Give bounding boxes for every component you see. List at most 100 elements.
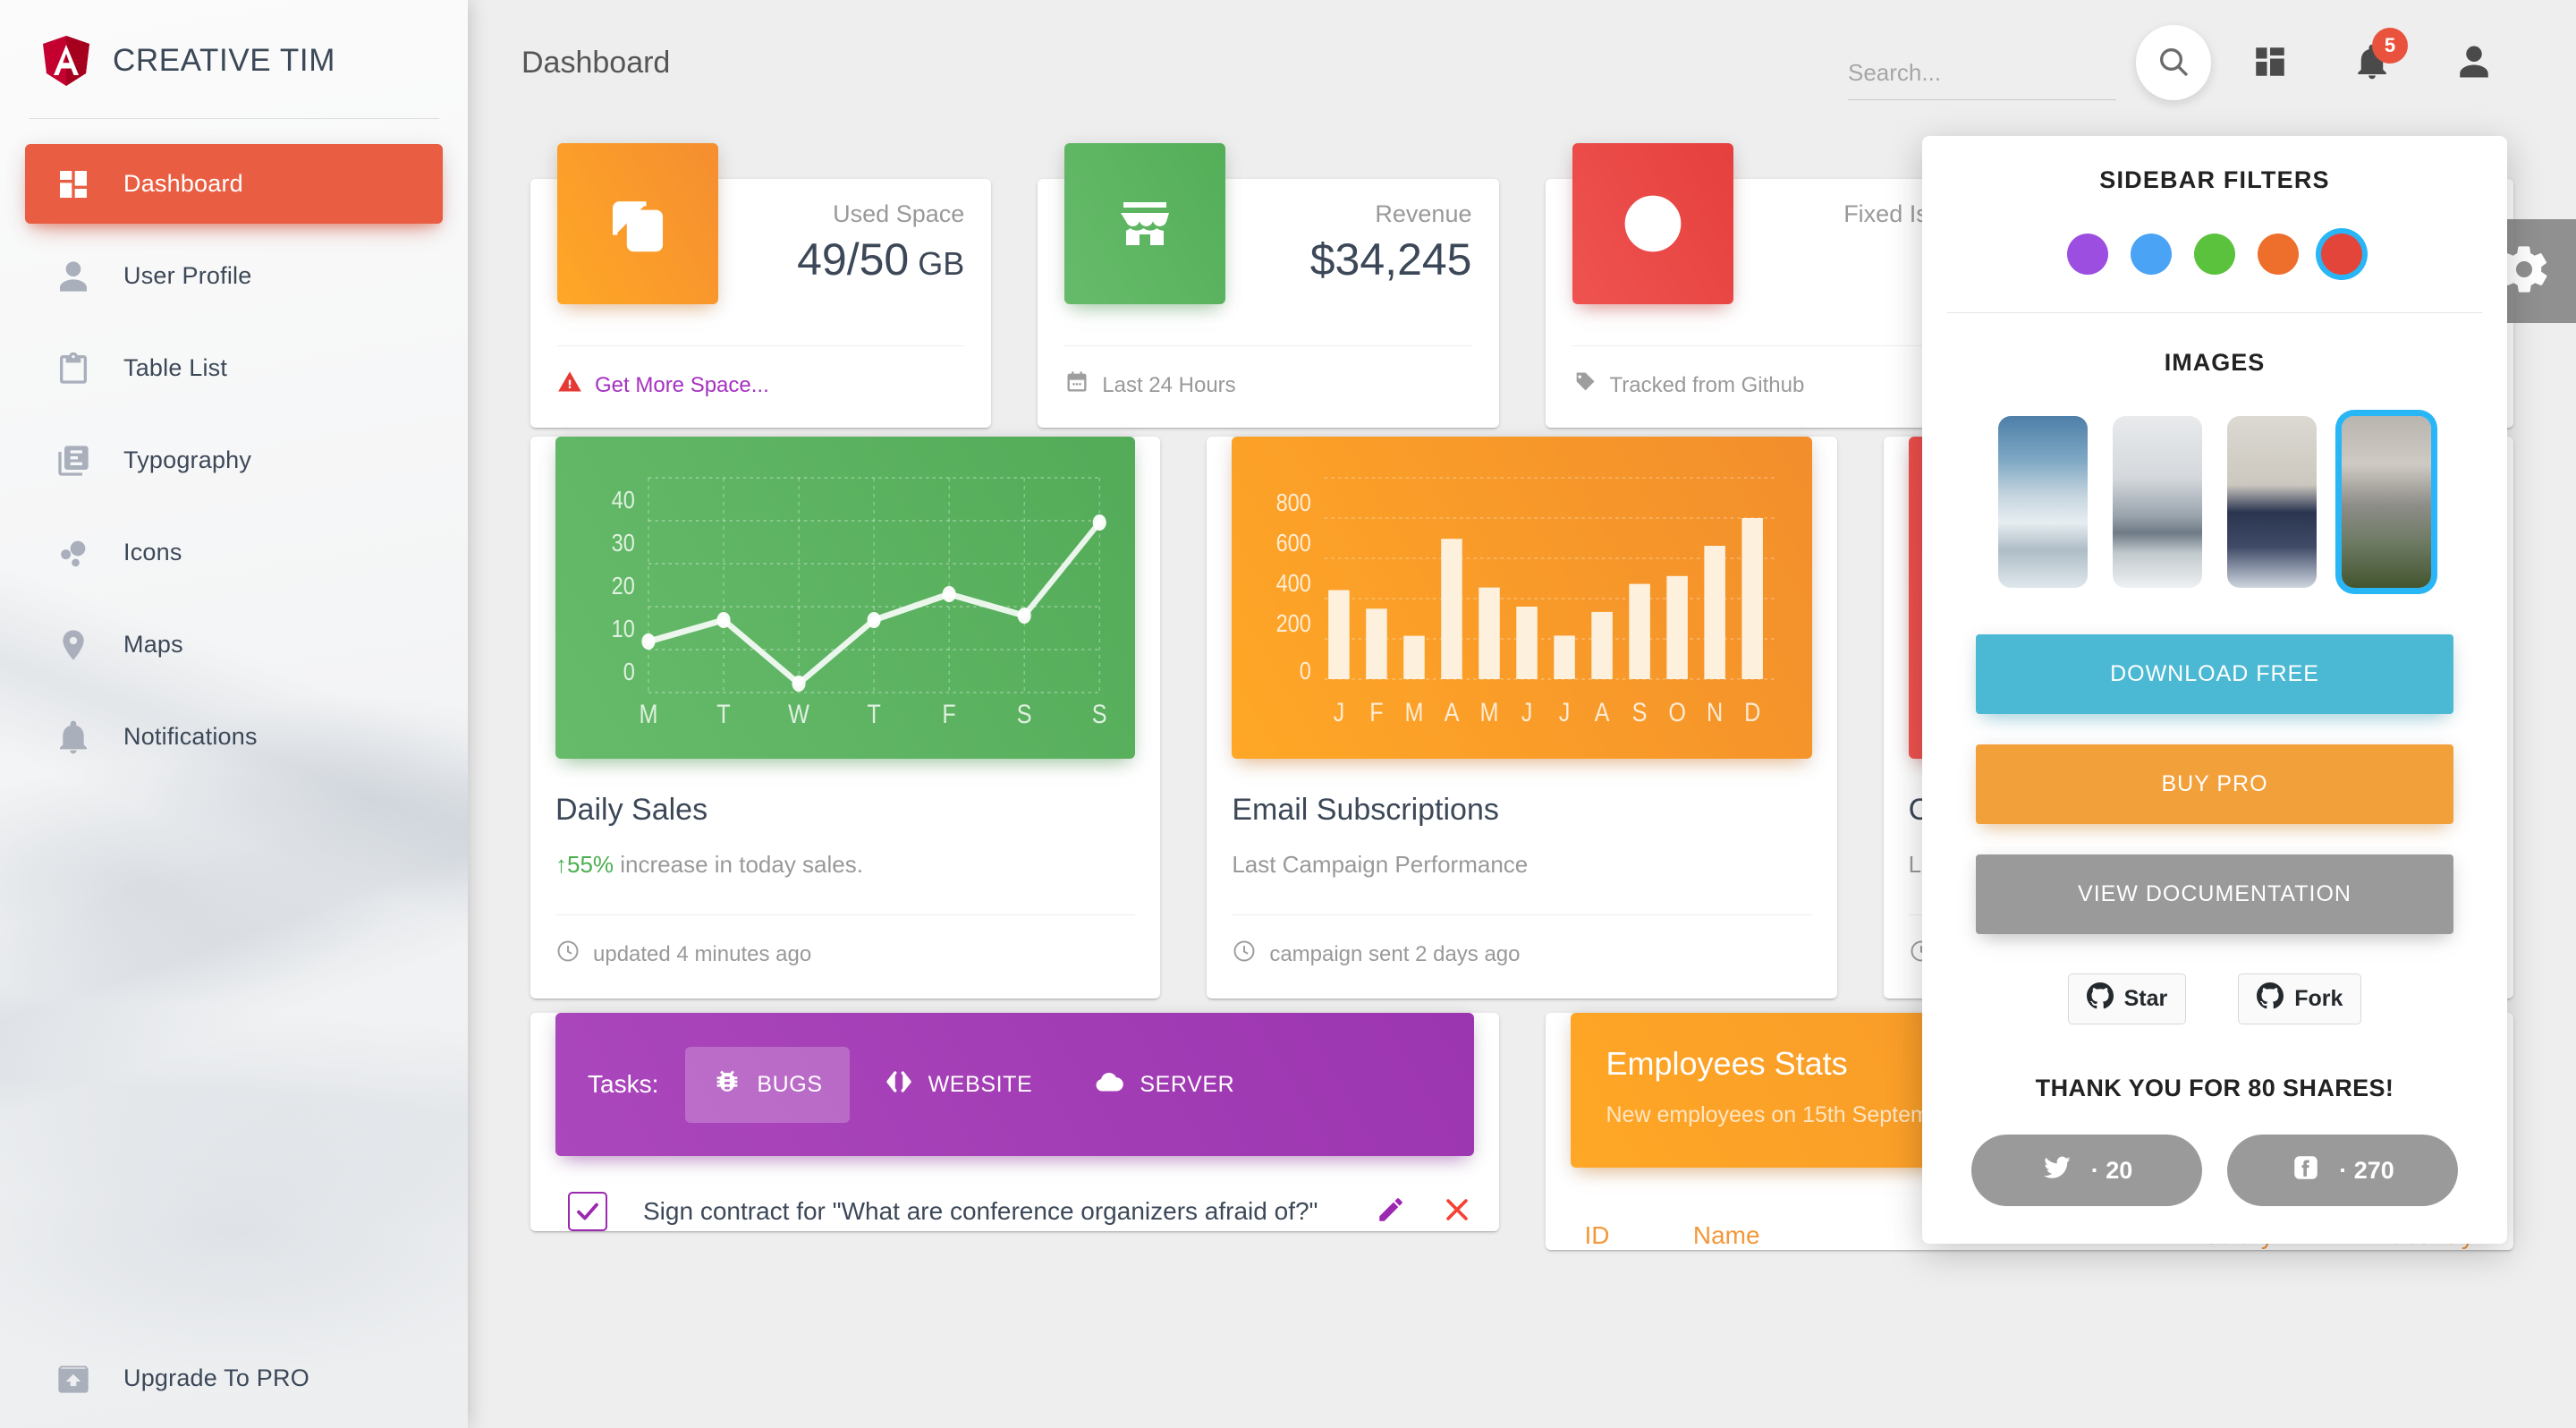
twitter-share-button[interactable]: · 20 — [1971, 1135, 2202, 1206]
bug-icon — [712, 1067, 742, 1103]
svg-text:M: M — [639, 699, 657, 729]
swatch-green[interactable] — [2194, 234, 2235, 275]
tab-bugs[interactable]: BUGS — [685, 1046, 850, 1123]
svg-text:S: S — [1092, 699, 1107, 729]
dashboard-icon — [52, 166, 95, 202]
buy-pro-button[interactable]: BUY PRO — [1976, 744, 2453, 824]
view-documentation-button[interactable]: VIEW DOCUMENTATION — [1976, 854, 2453, 934]
library-books-icon — [52, 443, 95, 479]
svg-text:10: 10 — [612, 616, 635, 642]
twitter-icon — [2041, 1152, 2073, 1190]
chart-card-daily-sales: 40 30 20 10 0 MT W T F S S Daily Sales ↑… — [530, 437, 1161, 999]
search-icon — [2156, 44, 2191, 82]
settings-panel: SIDEBAR FILTERS IMAGES DOWNLOAD FREE BUY… — [1922, 136, 2507, 1244]
svg-text:T: T — [867, 699, 880, 729]
search-button[interactable] — [2136, 25, 2211, 100]
sidebar-nav: Dashboard User Profile Table List Typogr… — [0, 144, 468, 777]
sidebar-item-user-profile[interactable]: User Profile — [25, 236, 443, 316]
chart-card-email-subscriptions-col: 800 600 400 200 0 J F M A M J J A S O N … — [1183, 437, 1860, 999]
tab-server[interactable]: SERVER — [1066, 1046, 1261, 1124]
swatch-blue[interactable] — [2131, 234, 2172, 275]
pencil-icon[interactable] — [1376, 1194, 1406, 1229]
stat-value: $34,245 — [1310, 234, 1472, 285]
svg-text:J: J — [1334, 697, 1345, 727]
swatch-orange[interactable] — [2258, 234, 2299, 275]
table-row: Sign contract for "What are conference o… — [530, 1156, 1499, 1231]
svg-text:30: 30 — [612, 530, 635, 557]
task-checkbox[interactable] — [568, 1192, 607, 1231]
sidebar-item-typography[interactable]: Typography — [25, 421, 443, 500]
svg-text:20: 20 — [612, 573, 635, 599]
task-actions — [1376, 1194, 1472, 1229]
thumbnail-mountain-lake-reflection[interactable] — [2113, 416, 2202, 588]
line-chart-svg: 40 30 20 10 0 MT W T F S S — [612, 477, 1107, 729]
top-navbar: Dashboard Search... 5 — [468, 0, 2576, 125]
chart-footer: updated 4 minutes ago — [555, 914, 1136, 999]
store-icon — [1064, 143, 1226, 304]
stat-value: 49/50 GB — [797, 234, 964, 285]
chart-footer: campaign sent 2 days ago — [1232, 914, 1812, 999]
panel-images-title: IMAGES — [2164, 349, 2266, 376]
svg-text:0: 0 — [623, 659, 635, 685]
sidebar-item-maps[interactable]: Maps — [25, 605, 443, 684]
bar-chart-svg: 800 600 400 200 0 J F M A M J J A S O N … — [1276, 477, 1778, 727]
tab-label: SERVER — [1140, 1071, 1235, 1097]
sidebar-item-notifications[interactable]: Notifications — [25, 697, 443, 777]
stat-card-used-space: Used Space 49/50 GB Get More Space... — [530, 143, 992, 428]
daily-sales-chart[interactable]: 40 30 20 10 0 MT W T F S S — [555, 437, 1136, 759]
chart-subtitle-text: increase in today sales. — [614, 851, 863, 878]
svg-text:F: F — [942, 699, 955, 729]
tasks-header: Tasks: BUGS WEBSITE SERVER — [555, 1013, 1474, 1156]
panel-title: SIDEBAR FILTERS — [2099, 166, 2330, 193]
tab-label: WEBSITE — [928, 1071, 1033, 1097]
brand[interactable]: CREATIVE TIM — [0, 0, 468, 118]
sidebar-item-label: Table List — [123, 354, 228, 381]
sidebar-item-table-list[interactable]: Table List — [25, 328, 443, 408]
chart-card-email-subscriptions: 800 600 400 200 0 J F M A M J J A S O N … — [1207, 437, 1837, 999]
image-thumbnails — [1922, 416, 2507, 588]
code-icon — [884, 1067, 914, 1103]
notifications-badge: 5 — [2372, 28, 2408, 64]
github-fork-label: Fork — [2294, 986, 2343, 1011]
stat-footer: Last 24 Hours — [1064, 345, 1472, 428]
sidebar-item-icons[interactable]: Icons — [25, 513, 443, 592]
chart-footer-text: updated 4 minutes ago — [593, 941, 812, 966]
profile-button[interactable] — [2431, 25, 2517, 100]
facebook-share-button[interactable]: · 270 — [2227, 1135, 2458, 1206]
sidebar-item-upgrade-to-pro[interactable]: Upgrade To PRO — [0, 1360, 468, 1428]
content-copy-icon — [557, 143, 718, 304]
swatch-red[interactable] — [2321, 234, 2362, 275]
clipboard-icon — [52, 351, 95, 387]
get-more-space-link[interactable]: Get More Space... — [595, 373, 769, 398]
tab-website[interactable]: WEBSITE — [857, 1047, 1060, 1123]
svg-text:A: A — [1595, 697, 1610, 727]
email-subscriptions-chart[interactable]: 800 600 400 200 0 J F M A M J J A S O N … — [1232, 437, 1812, 759]
sidebar-item-dashboard[interactable]: Dashboard — [25, 144, 443, 224]
stat-footer-text: Last 24 Hours — [1102, 372, 1236, 397]
notifications-button[interactable]: 5 — [2329, 25, 2415, 100]
sidebar-item-label: Dashboard — [123, 170, 243, 197]
close-icon[interactable] — [1442, 1194, 1472, 1229]
stat-card-used-space-col: Used Space 49/50 GB Get More Space... — [507, 125, 1014, 428]
thumbnail-cloudy-mountain-forest[interactable] — [2342, 416, 2431, 588]
clock-icon — [555, 939, 580, 970]
github-star-button[interactable]: Star — [2067, 973, 2187, 1024]
svg-text:T: T — [716, 699, 730, 729]
svg-text:J: J — [1559, 697, 1571, 727]
page-title: Dashboard — [521, 45, 671, 80]
search-input[interactable] — [1848, 55, 2116, 100]
svg-text:600: 600 — [1276, 530, 1311, 557]
github-fork-button[interactable]: Fork — [2238, 973, 2362, 1024]
sidebar-item-label: Upgrade To PRO — [123, 1364, 309, 1391]
download-free-button[interactable]: DOWNLOAD FREE — [1976, 634, 2453, 714]
color-swatches — [1922, 234, 2507, 275]
apps-button[interactable] — [2227, 25, 2313, 100]
github-icon — [2086, 982, 2114, 1016]
stat-card-revenue-col: Revenue $34,245 Last 24 Hours — [1014, 125, 1521, 428]
trend-up-icon: ↑ — [555, 851, 567, 878]
brand-name: CREATIVE TIM — [113, 43, 335, 78]
thumbnail-snowy-peak-blue-sky[interactable] — [1998, 416, 2088, 588]
location-pin-icon — [52, 627, 95, 663]
swatch-purple[interactable] — [2067, 234, 2108, 275]
thumbnail-person-with-tablet-charts[interactable] — [2227, 416, 2317, 588]
